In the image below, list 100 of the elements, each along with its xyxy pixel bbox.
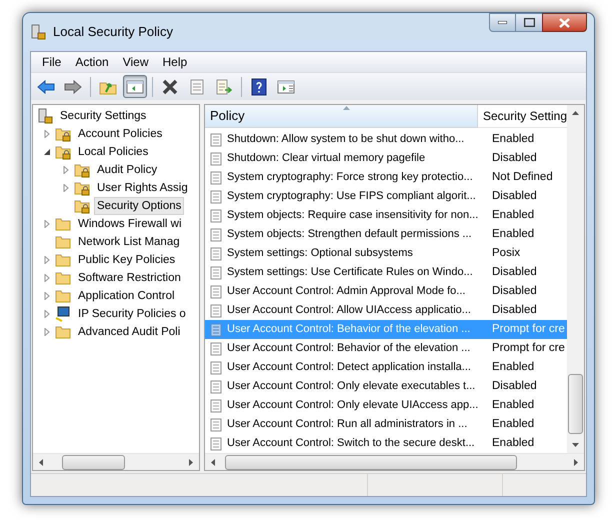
window-title: Local Security Policy: [53, 23, 173, 42]
tree-item[interactable]: Network List Manag: [75, 233, 183, 251]
policy-icon: [210, 228, 224, 242]
table-row[interactable]: User Account Control: Admin Approval Mode fo... Disabled: [205, 282, 567, 301]
folder-icon: [55, 324, 71, 340]
restore-icon: [524, 18, 534, 27]
scrollbar-thumb[interactable]: [568, 374, 583, 434]
expand-arrow-icon[interactable]: [62, 166, 70, 174]
locked-server-icon: [30, 24, 46, 40]
locked-folder-icon: [74, 180, 90, 196]
policy-name: User Account Control: Admin Approval Mode fo...: [227, 284, 466, 300]
folder-icon: [55, 252, 71, 268]
table-row[interactable]: System cryptography: Use FIPS compliant algorit... Disabled: [205, 187, 567, 206]
tree-item[interactable]: Public Key Policies: [75, 251, 178, 269]
column-header[interactable]: Policy: [205, 105, 478, 128]
folder-icon: [55, 270, 71, 286]
tree-item[interactable]: Software Restriction: [75, 269, 184, 287]
policy-icon: [210, 322, 224, 336]
security-setting: Enabled: [491, 208, 534, 223]
tree-item[interactable]: Windows Firewall wi: [75, 215, 185, 233]
menu-item[interactable]: Action: [68, 53, 116, 71]
security-setting: Enabled: [491, 398, 534, 413]
menu-item[interactable]: Help: [156, 53, 194, 71]
table-row[interactable]: User Account Control: Only elevate executables t... Disabled: [205, 377, 567, 396]
policy-name: User Account Control: Switch to the secure deskt...: [227, 436, 475, 452]
locked-folder-icon: [55, 126, 71, 142]
scrollbar-thumb[interactable]: [62, 455, 125, 470]
close-button[interactable]: [542, 13, 587, 32]
policy-name: Shutdown: Allow system to be shut down witho...: [227, 132, 464, 148]
tree-item[interactable]: Security Settings: [57, 107, 150, 125]
table-row[interactable]: User Account Control: Behavior of the elevation ... Prompt for cre: [205, 339, 567, 358]
table-row[interactable]: User Account Control: Allow UIAccess applicatio... Disabled: [205, 301, 567, 320]
tree-item[interactable]: Advanced Audit Poli: [75, 323, 184, 341]
tree-item[interactable]: Security Options: [94, 197, 184, 215]
collapse-arrow-icon[interactable]: [43, 148, 51, 156]
back-arrow-icon: [37, 78, 55, 94]
locked-folder-icon: [74, 162, 90, 178]
horizontal-scrollbar[interactable]: [33, 453, 199, 470]
locked-server-icon: [37, 108, 53, 124]
table-row[interactable]: User Account Control: Detect application installa... Enabled: [205, 358, 567, 377]
table-row[interactable]: System cryptography: Force strong key protectio... Not Defined: [205, 168, 567, 187]
policy-icon: [210, 418, 224, 432]
table-row[interactable]: Shutdown: Clear virtual memory pagefile Disabled: [205, 149, 567, 168]
expand-arrow-icon[interactable]: [43, 328, 51, 336]
export-list-icon: [215, 78, 233, 94]
tree-item[interactable]: Account Policies: [75, 125, 166, 143]
locked-folder-icon: [74, 198, 90, 214]
policy-icon: [210, 132, 224, 146]
table-row[interactable]: User Account Control: Only elevate UIAccess app... Enabled: [205, 396, 567, 415]
table-row[interactable]: User Account Control: Switch to the secure deskt... Enabled: [205, 434, 567, 453]
expand-arrow-icon[interactable]: [43, 310, 51, 318]
policy-name: User Account Control: Behavior of the elevation ...: [227, 341, 470, 356]
policy-icon: [210, 170, 224, 184]
computer-icon: [55, 306, 71, 322]
policy-icon: [210, 342, 224, 356]
expand-arrow-icon[interactable]: [62, 184, 70, 192]
minimize-button[interactable]: [489, 13, 516, 32]
close-icon: [559, 18, 570, 28]
table-row[interactable]: System settings: Optional subsystems Posix: [205, 244, 567, 263]
policy-icon: [210, 398, 224, 412]
forward-arrow-icon: [64, 78, 82, 94]
scrollbar-thumb[interactable]: [225, 455, 517, 470]
menu-item[interactable]: File: [35, 53, 68, 71]
horizontal-scrollbar[interactable]: [205, 453, 584, 470]
table-row[interactable]: Shutdown: Allow system to be shut down witho... Enabled: [205, 130, 567, 149]
tree-item[interactable]: Audit Policy: [94, 161, 160, 179]
policy-icon: [210, 380, 224, 394]
expand-arrow-icon[interactable]: [43, 292, 51, 300]
security-setting: Enabled: [491, 132, 534, 147]
table-row[interactable]: System objects: Require case insensitivity for non... Enabled: [205, 206, 567, 225]
properties-icon: [188, 78, 206, 94]
expand-arrow-icon[interactable]: [43, 274, 51, 282]
maximize-button[interactable]: [516, 13, 542, 32]
policy-icon: [210, 436, 224, 450]
security-setting: Disabled: [491, 284, 537, 299]
folder-icon: [55, 288, 71, 304]
policy-name: User Account Control: Behavior of the elevation ...: [227, 322, 470, 338]
sort-arrow-icon: [343, 106, 350, 110]
tree-item[interactable]: User Rights Assig: [94, 179, 191, 197]
policy-name: User Account Control: Only elevate executables t...: [227, 379, 476, 394]
policy-icon: [210, 304, 224, 318]
table-row[interactable]: User Account Control: Run all administrators in ... Enabled: [205, 415, 567, 434]
policy-icon: [210, 208, 224, 222]
tree-item[interactable]: Local Policies: [75, 143, 152, 161]
security-setting: Enabled: [491, 416, 534, 432]
vertical-scrollbar[interactable]: [567, 105, 584, 453]
policy-icon: [210, 190, 224, 204]
policy-name: System cryptography: Use FIPS compliant algorit...: [227, 189, 476, 204]
expand-arrow-icon[interactable]: [43, 256, 51, 264]
expand-arrow-icon[interactable]: [43, 130, 51, 138]
security-setting: Enabled: [491, 226, 534, 242]
locked-folder-icon: [55, 144, 71, 160]
menu-item[interactable]: View: [116, 53, 156, 71]
security-setting: Prompt for cre: [491, 340, 565, 356]
table-row[interactable]: System settings: Use Certificate Rules on Windo... Disabled: [205, 263, 567, 282]
tree-item[interactable]: IP Security Policies o: [75, 305, 189, 323]
table-row[interactable]: System objects: Strengthen default permissions ... Enabled: [205, 225, 567, 244]
expand-arrow-icon[interactable]: [43, 220, 51, 228]
tree-item[interactable]: Application Control: [75, 287, 178, 305]
policy-icon: [210, 152, 224, 166]
